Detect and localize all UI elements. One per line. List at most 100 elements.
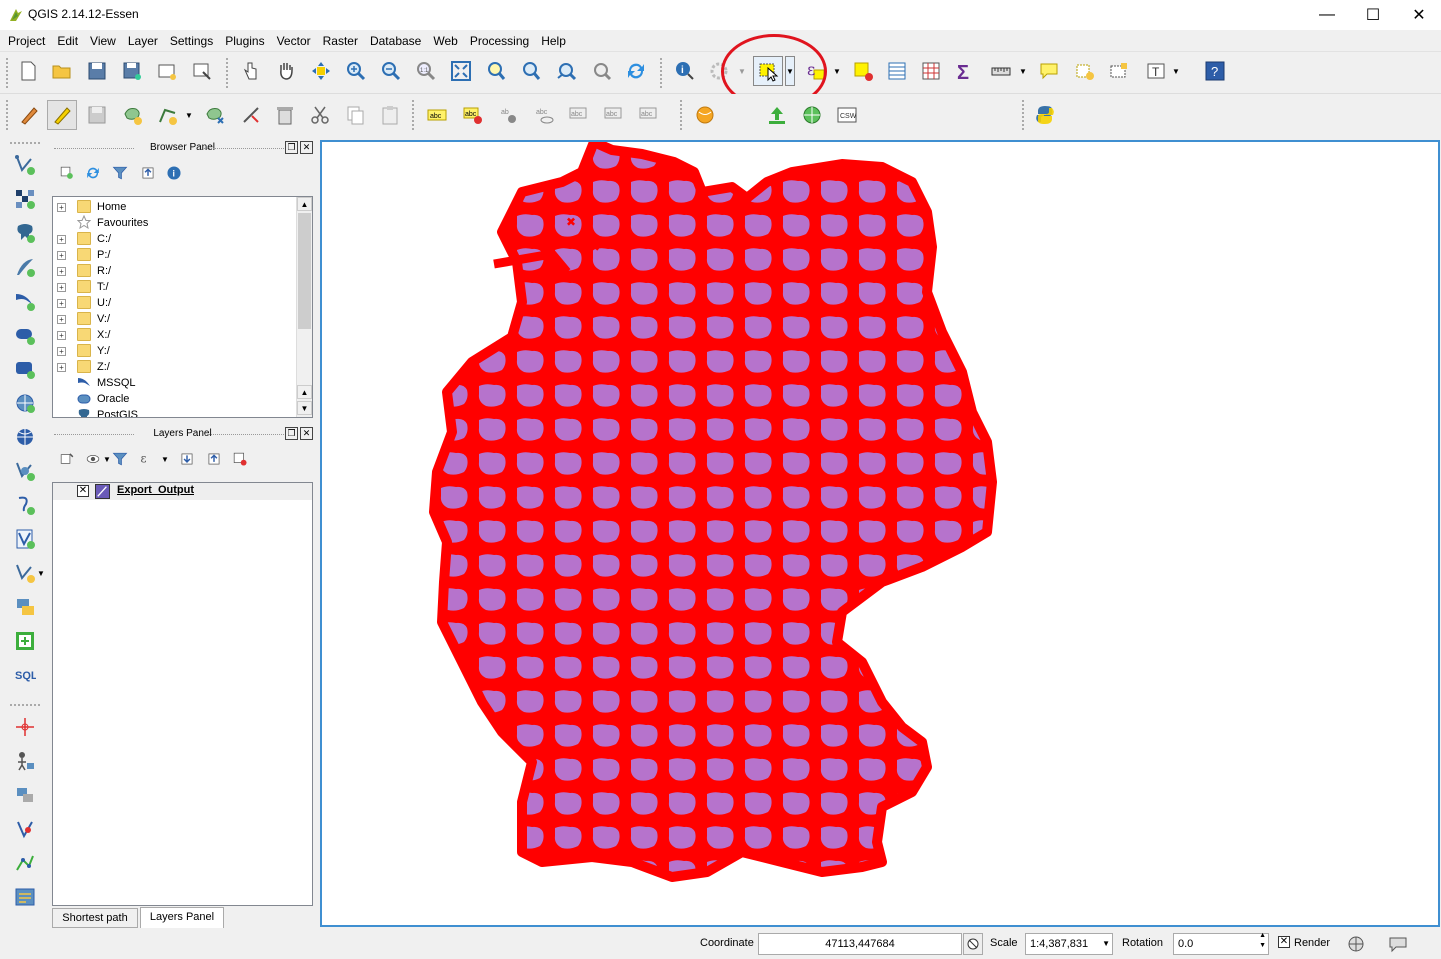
menu-vector[interactable]: Vector (271, 30, 317, 52)
toolbar-grip[interactable] (226, 58, 230, 88)
zoom-full-icon[interactable] (446, 56, 476, 86)
chevron-down-icon[interactable]: ▼ (1102, 934, 1110, 954)
float-panel-button[interactable]: ❐ (285, 141, 298, 154)
germany-districts-map[interactable]: ✖ ✖ (322, 137, 1438, 925)
collapse-all-icon[interactable] (201, 446, 227, 472)
label-layer-icon[interactable]: abc (458, 100, 488, 130)
layers-tree[interactable]: ✕ Export_Output (52, 482, 313, 906)
render-checkbox[interactable]: ✕ (1278, 936, 1290, 948)
coordinate-field[interactable]: 47113,447684 (758, 933, 962, 955)
menu-view[interactable]: View (84, 30, 122, 52)
filter-browser-icon[interactable] (107, 160, 133, 186)
offline-editing-icon[interactable] (10, 780, 40, 810)
expand-icon[interactable]: + (57, 347, 66, 356)
add-ms-sql-layer-icon[interactable] (10, 626, 40, 656)
pan-to-selection-icon[interactable] (306, 56, 336, 86)
browser-tree[interactable]: + Home Favourites + C:/ + P:/ + R:/ + T:/ + U:… (52, 196, 313, 418)
topology-checker-icon[interactable] (10, 814, 40, 844)
text-annotation-icon[interactable]: T (1141, 56, 1171, 86)
copy-features-icon[interactable] (340, 100, 370, 130)
minimize-button[interactable]: — (1304, 0, 1350, 30)
toolbar-grip[interactable] (6, 100, 10, 130)
expand-icon[interactable]: + (57, 267, 66, 276)
menu-processing[interactable]: Processing (464, 30, 535, 52)
tree-item-home[interactable]: + Home (53, 199, 312, 215)
add-virtual-layer-icon[interactable] (10, 524, 40, 554)
toggle-editing-icon[interactable] (47, 100, 77, 130)
scroll-up-arrow[interactable]: ▲ (297, 197, 312, 211)
menu-raster[interactable]: Raster (317, 30, 364, 52)
add-wms-layer-icon[interactable] (10, 388, 40, 418)
scale-combobox[interactable]: 1:4,387,831 ▼ (1025, 933, 1113, 955)
new-bookmark-icon[interactable] (1069, 56, 1099, 86)
new-print-composer-icon[interactable] (152, 56, 182, 86)
expand-icon[interactable]: + (57, 331, 66, 340)
toolbar-grip[interactable] (680, 100, 684, 130)
collapse-all-icon[interactable] (135, 160, 161, 186)
globe-plugin-icon[interactable] (690, 100, 720, 130)
layer-row[interactable]: ✕ Export_Output (53, 483, 312, 500)
float-panel-button[interactable]: ❐ (285, 427, 298, 440)
toolbar-grip[interactable] (660, 58, 664, 88)
add-mssql-layer-icon[interactable] (10, 286, 40, 316)
zoom-to-selection-icon[interactable] (481, 56, 511, 86)
expand-all-icon[interactable] (174, 446, 200, 472)
info-icon[interactable]: i (161, 160, 187, 186)
menu-project[interactable]: Project (2, 30, 51, 52)
add-wcs-layer-icon[interactable] (10, 422, 40, 452)
open-layer-styling-icon[interactable] (54, 446, 80, 472)
paste-features-icon[interactable] (375, 100, 405, 130)
sql-layer-icon[interactable]: SQL (10, 660, 40, 690)
field-calculator-icon[interactable] (916, 56, 946, 86)
tree-item-drive[interactable]: + Z:/ (53, 359, 312, 375)
composer-manager-icon[interactable] (187, 56, 217, 86)
map-tips-icon[interactable] (1034, 56, 1064, 86)
zoom-out-icon[interactable] (376, 56, 406, 86)
add-spatialite-layer-icon[interactable] (10, 252, 40, 282)
expression-filter-dropdown[interactable]: ▼ (160, 446, 170, 472)
close-panel-button[interactable]: ✕ (300, 427, 313, 440)
add-feature-icon[interactable] (118, 100, 148, 130)
node-tool-icon[interactable] (153, 100, 183, 130)
attribute-table-icon[interactable] (882, 56, 912, 86)
menu-layer[interactable]: Layer (122, 30, 164, 52)
menu-settings[interactable]: Settings (164, 30, 219, 52)
map-canvas[interactable]: ✖ ✖ (320, 137, 1440, 927)
toggle-extents-icon[interactable] (963, 933, 983, 955)
pin-labels-icon[interactable]: ab (494, 100, 524, 130)
crs-status-icon[interactable] (1346, 934, 1366, 954)
move-label-icon[interactable]: abc (564, 100, 594, 130)
web-globe-icon[interactable] (797, 100, 827, 130)
save-as-icon[interactable] (117, 56, 147, 86)
expand-icon[interactable]: + (57, 363, 66, 372)
new-project-icon[interactable] (13, 56, 43, 86)
coordinate-capture-icon[interactable] (10, 712, 40, 742)
node-editor-icon[interactable] (236, 100, 266, 130)
tree-item-favourites[interactable]: Favourites (53, 214, 312, 231)
python-console-icon[interactable] (1030, 100, 1060, 130)
show-hide-labels-icon[interactable]: abc (529, 100, 559, 130)
spin-arrows-icon[interactable]: ▲ ▼ (1259, 931, 1266, 951)
scroll-down-arrow[interactable]: ▼ (297, 401, 312, 415)
zoom-to-layer-icon[interactable] (516, 56, 546, 86)
zoom-native-icon[interactable]: 1:1 (411, 56, 441, 86)
tree-item-postgis[interactable]: PostGIS (53, 407, 312, 417)
tree-item-drive[interactable]: + T:/ (53, 279, 312, 295)
new-layer-dropdown[interactable]: ▼ (36, 558, 46, 588)
road-graph-icon[interactable] (10, 848, 40, 878)
add-db2-layer-icon[interactable] (10, 354, 40, 384)
georeferencer-icon[interactable] (10, 746, 40, 776)
move-feature-icon[interactable] (200, 100, 230, 130)
close-button[interactable]: ✕ (1396, 0, 1441, 30)
toolbar-grip[interactable] (10, 142, 40, 146)
zoom-in-icon[interactable] (341, 56, 371, 86)
tree-item-drive[interactable]: + V:/ (53, 311, 312, 327)
tree-item-drive[interactable]: + R:/ (53, 263, 312, 279)
menu-web[interactable]: Web (427, 30, 463, 52)
show-bookmarks-icon[interactable] (1104, 56, 1134, 86)
zoom-next-icon[interactable] (586, 56, 616, 86)
filter-legend-icon[interactable] (107, 446, 133, 472)
scroll-up-arrow[interactable]: ▲ (297, 385, 312, 399)
expand-icon[interactable]: + (57, 235, 66, 244)
expand-icon[interactable]: + (57, 299, 66, 308)
